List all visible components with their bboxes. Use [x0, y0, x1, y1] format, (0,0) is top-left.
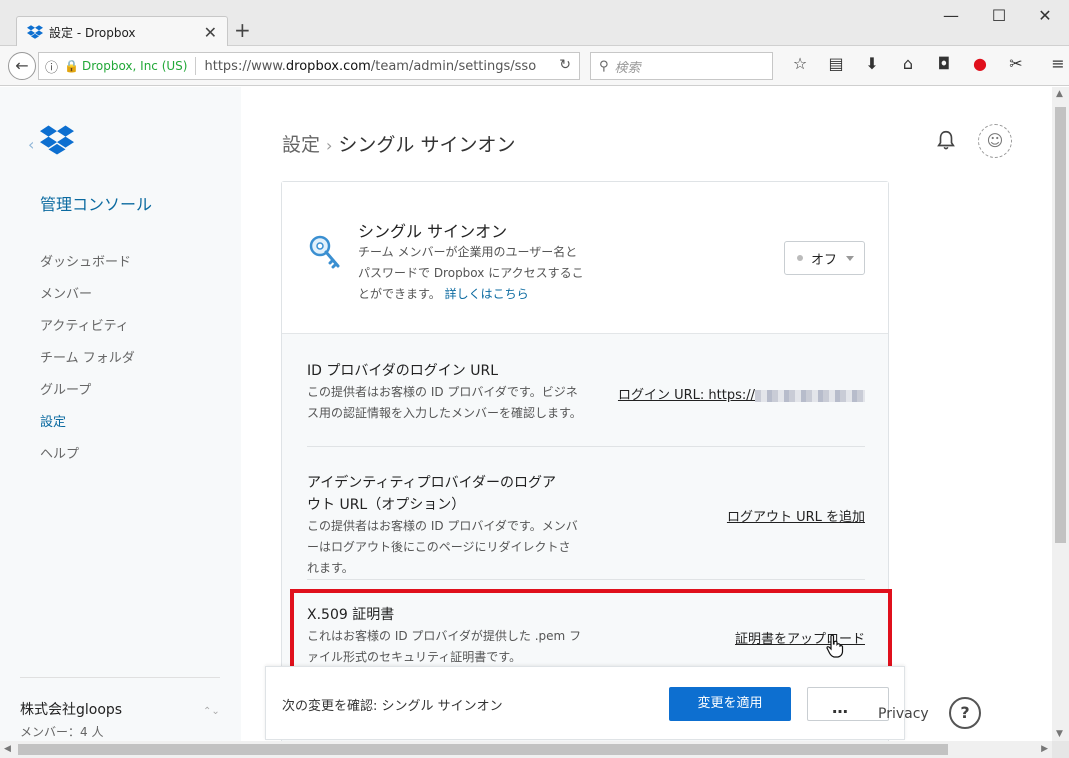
scroll-up-icon[interactable]: ▲ — [1056, 89, 1063, 99]
title-bar: 設定 - Dropbox ✕ + — ☐ ✕ — [0, 0, 1069, 47]
minimize-button[interactable]: — — [936, 6, 966, 25]
pending-changes-text: 次の変更を確認: シングル サインオン — [282, 699, 503, 714]
add-logout-url-link[interactable]: ログアウト URL を追加 — [727, 506, 865, 525]
url-host: dropbox.com — [285, 58, 371, 74]
vertical-scroll-thumb[interactable] — [1055, 107, 1066, 543]
sidebar-item-groups[interactable]: グループ — [40, 379, 135, 411]
avatar[interactable]: ☺ — [978, 124, 1012, 158]
downloads-icon[interactable]: ⬇ — [854, 54, 890, 73]
sidebar-nav: ダッシュボード メンバー アクティビティ チーム フォルダ グループ 設定 ヘル… — [40, 251, 135, 475]
screenshot-extension-icon[interactable]: ✂ — [998, 54, 1034, 73]
privacy-link[interactable]: Privacy — [878, 706, 929, 722]
site-identity[interactable]: Dropbox, Inc (US) — [82, 59, 188, 73]
pending-changes-bar: 次の変更を確認: シングル サインオン 変更を適用 — [265, 666, 905, 740]
row-divider — [307, 579, 865, 580]
learn-more-link[interactable]: 詳しくはこちら — [445, 287, 529, 301]
url-divider — [195, 57, 197, 75]
sidebar: ‹ 管理コンソール ダッシュボード メンバー アクティビティ チーム フォルダ … — [0, 87, 241, 741]
team-member-count: メンバー：4 人 — [20, 725, 104, 739]
dropbox-logo-icon[interactable] — [40, 125, 74, 155]
pocket-icon[interactable]: ◘ — [926, 54, 962, 73]
login-url-description: この提供者はお客様の ID プロバイダです。ビジネス用の認証情報を入力したメンバ… — [307, 385, 582, 420]
tab-close-icon[interactable]: ✕ — [204, 23, 217, 42]
chevron-down-icon — [846, 256, 854, 261]
close-window-button[interactable]: ✕ — [1030, 6, 1060, 25]
sso-status-dropdown[interactable]: オフ — [784, 241, 865, 275]
vertical-scrollbar[interactable]: ▲ ▼ — [1052, 87, 1069, 741]
sidebar-divider — [20, 677, 220, 678]
annotation-highlight-box — [290, 589, 892, 671]
sidebar-item-members[interactable]: メンバー — [40, 283, 135, 315]
search-icon: ⚲ — [599, 58, 609, 74]
row-divider — [307, 446, 865, 447]
horizontal-scroll-thumb[interactable] — [18, 744, 948, 755]
admin-console-title[interactable]: 管理コンソール — [40, 191, 152, 215]
dropbox-tab-icon — [27, 25, 43, 39]
sso-title: シングル サインオン — [358, 222, 508, 241]
browser-toolbar: ☆ ▤ ⬇ ⌂ ◘ ● ✂ ≡ — [782, 54, 1069, 73]
login-url-link[interactable]: ログイン URL: https:// — [618, 384, 865, 403]
bookmark-star-icon[interactable]: ☆ — [782, 54, 818, 73]
scrollbar-corner — [1052, 741, 1069, 758]
tab-title: 設定 - Dropbox — [49, 25, 136, 40]
back-button[interactable]: ← — [8, 52, 36, 80]
browser-tab[interactable]: 設定 - Dropbox ✕ — [16, 16, 228, 47]
search-placeholder: 検索 — [614, 60, 641, 76]
breadcrumb-chevron-icon: › — [326, 136, 333, 155]
cancel-button[interactable] — [807, 687, 889, 721]
url-prefix: https://www. — [204, 58, 286, 74]
more-options-icon[interactable]: … — [832, 698, 848, 717]
navigation-bar: ← ⓘ 🔒 Dropbox, Inc (US) https://www. drop… — [0, 46, 1069, 86]
logout-url-row: アイデンティティプロバイダーのログアウト URL（オプション） この提供者はお客… — [307, 472, 865, 579]
horizontal-scrollbar[interactable]: ◀ ▶ — [0, 741, 1052, 758]
notification-bell-icon[interactable] — [935, 129, 957, 151]
sso-status-value: オフ — [811, 252, 838, 268]
sidebar-item-help[interactable]: ヘルプ — [40, 443, 135, 475]
info-icon[interactable]: ⓘ — [45, 57, 58, 76]
url-path: /team/admin/settings/sso — [370, 58, 537, 74]
scroll-left-icon[interactable]: ◀ — [4, 744, 11, 754]
lock-icon: 🔒 — [64, 59, 79, 73]
extension-red-icon[interactable]: ● — [962, 54, 998, 73]
login-url-text: ログイン URL: https:// — [617, 388, 755, 403]
sso-description: チーム メンバーが企業用のユーザー名とパスワードで Dropbox にアクセスす… — [358, 242, 588, 305]
breadcrumb-settings[interactable]: 設定 — [282, 134, 320, 156]
status-dot-icon — [797, 255, 803, 261]
sso-toggle-section: シングル サインオン チーム メンバーが企業用のユーザー名とパスワードで Dro… — [282, 182, 888, 334]
login-url-title: ID プロバイダのログイン URL — [307, 363, 499, 379]
key-icon — [309, 235, 340, 269]
breadcrumb-current: シングル サインオン — [338, 134, 516, 156]
hamburger-menu-icon[interactable]: ≡ — [1040, 54, 1069, 73]
logout-url-title: アイデンティティプロバイダーのログアウト URL（オプション） — [307, 475, 557, 513]
reload-icon[interactable]: ↻ — [559, 57, 571, 73]
breadcrumb: 設定 › シングル サインオン — [282, 130, 515, 157]
bookmarks-menu-icon[interactable]: ▤ — [818, 54, 854, 73]
address-bar[interactable]: ⓘ 🔒 Dropbox, Inc (US) https://www. dropbo… — [38, 52, 580, 80]
home-icon[interactable]: ⌂ — [890, 54, 926, 73]
hand-cursor-icon — [826, 634, 844, 658]
sidebar-item-activity[interactable]: アクティビティ — [40, 315, 135, 347]
login-url-row: ID プロバイダのログイン URL この提供者はお客様の ID プロバイダです。… — [307, 360, 865, 424]
search-input[interactable]: ⚲ 検索 — [590, 52, 773, 80]
team-name[interactable]: 株式会社gloops — [20, 699, 122, 719]
team-switcher-icon[interactable]: ⌃⌄ — [203, 707, 220, 717]
sidebar-item-dashboard[interactable]: ダッシュボード — [40, 251, 135, 283]
sidebar-item-settings[interactable]: 設定 — [40, 411, 135, 443]
new-tab-button[interactable]: + — [234, 18, 251, 42]
logout-url-description: この提供者はお客様の ID プロバイダです。メンバーはログアウト後にこのページに… — [307, 519, 578, 575]
maximize-button[interactable]: ☐ — [984, 6, 1014, 25]
sidebar-back-icon[interactable]: ‹ — [28, 135, 34, 154]
apply-changes-button[interactable]: 変更を適用 — [669, 687, 791, 721]
redacted-url — [755, 389, 865, 402]
help-icon[interactable]: ? — [949, 697, 981, 729]
scroll-right-icon[interactable]: ▶ — [1041, 744, 1048, 754]
scroll-down-icon[interactable]: ▼ — [1056, 729, 1063, 739]
sidebar-item-team-folders[interactable]: チーム フォルダ — [40, 347, 135, 379]
